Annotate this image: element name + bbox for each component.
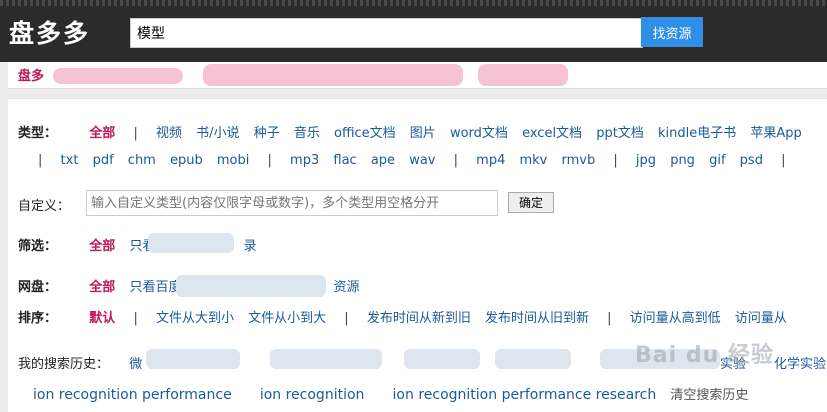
type-mobi[interactable]: mobi	[217, 153, 249, 168]
sort-default[interactable]: 默认	[89, 311, 115, 326]
type-mp4[interactable]: mp4	[476, 153, 505, 168]
sort-visits-desc[interactable]: 访问量从高到低	[630, 311, 721, 326]
redacted-blur	[53, 68, 183, 84]
type-excel[interactable]: excel文档	[522, 126, 582, 141]
separator: |	[613, 153, 618, 168]
custom-type-input[interactable]	[86, 190, 498, 216]
type-gif[interactable]: gif	[709, 153, 725, 168]
disk-only-prefix: 只看百度	[129, 280, 182, 295]
type-mp3[interactable]: mp3	[290, 153, 319, 168]
type-rmvb[interactable]: rmvb	[562, 153, 596, 168]
separator: |	[38, 153, 43, 168]
type-pdf[interactable]: pdf	[93, 153, 114, 168]
top-bar: 盘多多 找资源	[0, 0, 827, 62]
type-kindle[interactable]: kindle电子书	[658, 126, 736, 141]
history-item[interactable]: ion recognition	[260, 387, 365, 403]
screen-all[interactable]: 全部	[89, 239, 115, 254]
type-ppt[interactable]: ppt文档	[596, 126, 644, 141]
type-music[interactable]: 音乐	[294, 126, 320, 141]
sort-label: 排序：	[18, 311, 58, 326]
separator: |	[453, 153, 459, 168]
history-item[interactable]: ion recognition performance	[33, 387, 232, 403]
top-stripe	[0, 0, 827, 6]
history-item[interactable]: 化学实验	[774, 353, 826, 372]
history-row-2: ion recognition performance ion recognit…	[33, 384, 748, 403]
redacted-blur	[176, 275, 326, 297]
redacted-blur	[270, 349, 382, 369]
redacted-blur	[148, 233, 234, 253]
disk-label: 网盘：	[18, 280, 58, 295]
screen-label: 筛选：	[18, 239, 58, 254]
type-psd[interactable]: psd	[740, 153, 763, 168]
type-label: 类型：	[18, 126, 58, 141]
filter-panel: 类型： 全部 | 视频 书/小说 种子 音乐 office文档 图片 word文…	[8, 98, 827, 412]
type-mkv[interactable]: mkv	[519, 153, 547, 168]
redacted-blur	[495, 349, 571, 369]
type-txt[interactable]: txt	[61, 153, 79, 168]
type-book[interactable]: 书/小说	[196, 126, 239, 141]
history-row: 我的搜索历史： 微	[18, 353, 152, 372]
separator: |	[344, 311, 349, 326]
disk-all[interactable]: 全部	[89, 280, 115, 295]
site-logo[interactable]: 盘多多	[9, 14, 90, 50]
separator: |	[133, 311, 138, 326]
type-torrent[interactable]: 种子	[254, 126, 280, 141]
sort-size-asc[interactable]: 文件从小到大	[248, 311, 326, 326]
search-input[interactable]	[130, 18, 643, 48]
redacted-blur	[404, 349, 480, 369]
notice-text: 盘多	[18, 69, 45, 84]
separator: |	[133, 126, 138, 141]
type-epub[interactable]: epub	[170, 153, 203, 168]
type-flac[interactable]: flac	[333, 153, 356, 168]
history-item[interactable]: 微	[129, 357, 142, 372]
separator: |	[267, 153, 272, 168]
custom-label: 自定义：	[18, 199, 71, 214]
type-wav[interactable]: wav	[409, 153, 435, 168]
redacted-blur	[203, 64, 463, 86]
type-chm[interactable]: chm	[128, 153, 156, 168]
sort-time-asc[interactable]: 发布时间从旧到新	[485, 311, 589, 326]
sort-time-desc[interactable]: 发布时间从新到旧	[367, 311, 471, 326]
type-office[interactable]: office文档	[334, 126, 396, 141]
type-image[interactable]: 图片	[410, 126, 436, 141]
type-ape[interactable]: ape	[371, 153, 395, 168]
type-png[interactable]: png	[670, 153, 695, 168]
sort-visits-asc[interactable]: 访问量从	[735, 311, 787, 326]
watermark: Bai du 经验	[635, 343, 774, 368]
redacted-blur	[146, 349, 240, 369]
sort-size-desc[interactable]: 文件从大到小	[156, 311, 234, 326]
custom-row: 自定义：	[18, 195, 70, 214]
type-row-2: | txt pdf chm epub mobi | mp3 flac ape w…	[34, 153, 799, 168]
separator: |	[607, 311, 612, 326]
history-label: 我的搜索历史：	[18, 357, 110, 372]
type-app[interactable]: 苹果App	[750, 126, 801, 141]
search-button[interactable]: 找资源	[641, 17, 703, 47]
type-video[interactable]: 视频	[156, 126, 182, 141]
clear-history-link[interactable]: 清空搜索历史	[670, 388, 748, 403]
type-row: 类型： 全部 | 视频 书/小说 种子 音乐 office文档 图片 word文…	[18, 122, 812, 141]
type-jpg[interactable]: jpg	[636, 153, 656, 168]
sort-row: 排序： 默认 | 文件从大到小 文件从小到大 | 发布时间从新到旧 发布时间从旧…	[18, 307, 797, 326]
type-word[interactable]: word文档	[450, 126, 508, 141]
notice-banner: 盘多	[8, 62, 827, 89]
confirm-button[interactable]: 确定	[508, 192, 554, 213]
redacted-blur	[478, 64, 568, 86]
screen-only-suffix: 录	[243, 239, 257, 254]
disk-only-suffix: 资源	[333, 280, 360, 295]
history-item[interactable]: ion recognition performance research	[393, 387, 657, 403]
type-all[interactable]: 全部	[89, 126, 115, 141]
separator: |	[781, 153, 786, 168]
